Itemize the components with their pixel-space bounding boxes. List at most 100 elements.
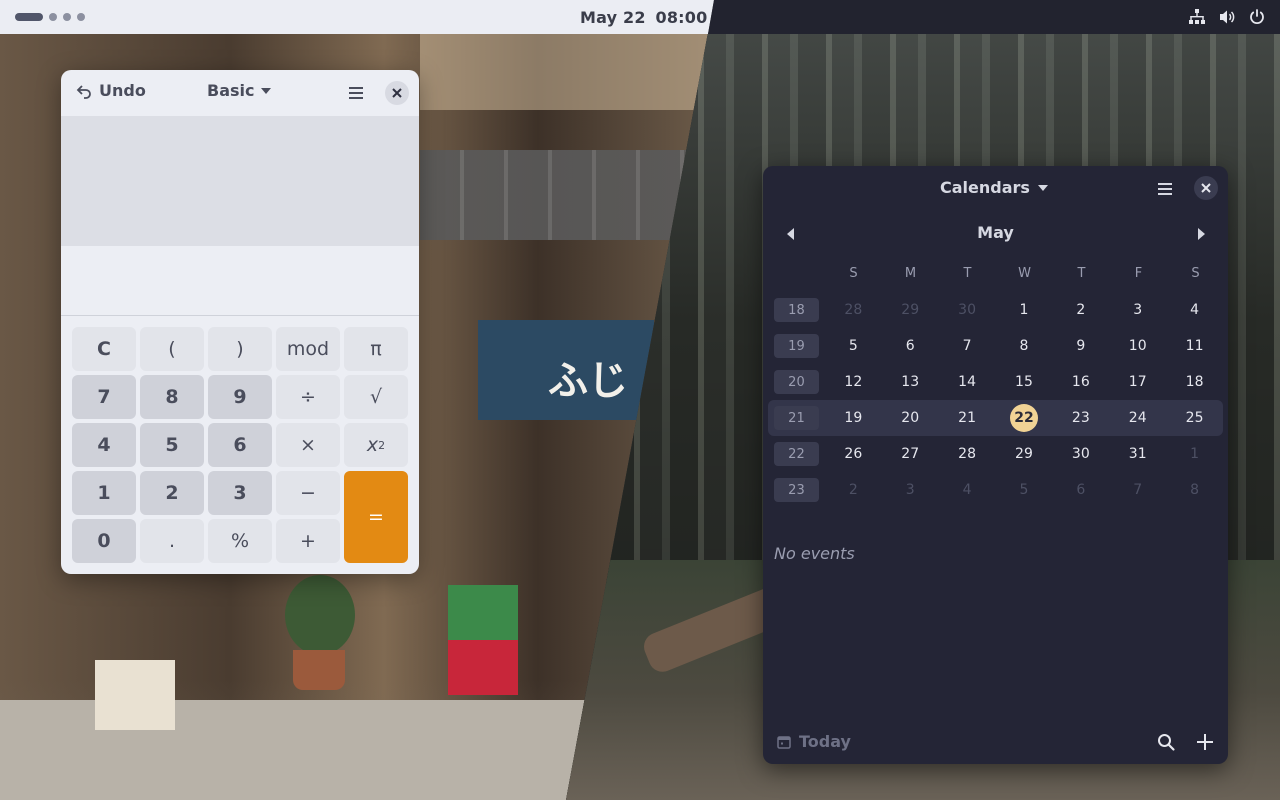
weekday-label: S xyxy=(849,266,858,281)
key-button[interactable]: 9 xyxy=(208,375,272,419)
key-button[interactable]: + xyxy=(276,519,340,563)
square-key-button[interactable]: x2 xyxy=(344,423,408,467)
clock[interactable]: May 22 08:00 xyxy=(580,8,707,27)
day-cell[interactable]: 28 xyxy=(825,302,882,318)
day-cell[interactable]: 24 xyxy=(1109,410,1166,426)
undo-button[interactable]: Undo xyxy=(75,81,146,100)
day-cell[interactable]: 12 xyxy=(825,374,882,390)
workspace-active[interactable] xyxy=(15,13,43,21)
day-cell[interactable]: 27 xyxy=(882,446,939,462)
day-cell[interactable]: 8 xyxy=(996,338,1053,354)
day-cell[interactable]: 4 xyxy=(939,482,996,498)
day-cell[interactable]: 7 xyxy=(939,338,996,354)
close-button[interactable] xyxy=(1194,176,1218,200)
day-cell[interactable]: 6 xyxy=(1052,482,1109,498)
key-button[interactable]: ( xyxy=(140,327,204,371)
day-cell[interactable]: 6 xyxy=(882,338,939,354)
day-cell[interactable]: 30 xyxy=(939,302,996,318)
power-icon[interactable] xyxy=(1248,8,1266,26)
search-icon[interactable] xyxy=(1156,732,1176,752)
calculator-headerbar: Undo Basic xyxy=(61,70,419,116)
key-button[interactable]: 6 xyxy=(208,423,272,467)
day-cell[interactable]: 9 xyxy=(1052,338,1109,354)
key-button[interactable]: . xyxy=(140,519,204,563)
wallpaper-pot xyxy=(293,650,345,690)
close-icon xyxy=(1201,183,1211,193)
calendars-dropdown[interactable]: Calendars xyxy=(940,178,1049,197)
day-cell[interactable]: 15 xyxy=(996,374,1053,390)
key-button[interactable]: 3 xyxy=(208,471,272,515)
day-cell[interactable]: 3 xyxy=(882,482,939,498)
add-event-icon[interactable] xyxy=(1195,732,1215,752)
workspace-dot[interactable] xyxy=(49,13,57,21)
day-cell[interactable]: 5 xyxy=(996,482,1053,498)
key-button[interactable]: 1 xyxy=(72,471,136,515)
wallpaper-awning xyxy=(420,150,690,240)
day-cell[interactable]: 10 xyxy=(1109,338,1166,354)
weekday-header: SMTWTFS xyxy=(825,266,1224,281)
day-cell[interactable]: 20 xyxy=(882,410,939,426)
workspace-indicator[interactable] xyxy=(15,13,85,21)
day-cell[interactable]: 21 xyxy=(939,410,996,426)
key-button[interactable]: × xyxy=(276,423,340,467)
day-cell[interactable]: 25 xyxy=(1166,410,1223,426)
day-cell[interactable]: 30 xyxy=(1052,446,1109,462)
week-number: 18 xyxy=(774,298,819,322)
key-button[interactable]: − xyxy=(276,471,340,515)
day-cell[interactable]: 11 xyxy=(1166,338,1223,354)
key-button[interactable]: 0 xyxy=(72,519,136,563)
network-icon[interactable] xyxy=(1188,8,1206,26)
day-cell[interactable]: 28 xyxy=(939,446,996,462)
day-cell[interactable]: 7 xyxy=(1109,482,1166,498)
key-button[interactable]: 8 xyxy=(140,375,204,419)
equals-button[interactable]: = xyxy=(344,471,408,563)
next-month-icon[interactable] xyxy=(1193,226,1209,242)
workspace-dot[interactable] xyxy=(77,13,85,21)
weekday-label: W xyxy=(1018,266,1031,281)
day-cell[interactable]: 2 xyxy=(1052,302,1109,318)
key-button[interactable]: π xyxy=(344,327,408,371)
day-cell[interactable]: 26 xyxy=(825,446,882,462)
hamburger-menu-icon[interactable] xyxy=(347,84,365,102)
day-cell[interactable]: 14 xyxy=(939,374,996,390)
day-cell[interactable]: 18 xyxy=(1166,374,1223,390)
system-tray[interactable] xyxy=(1188,8,1266,26)
day-cell[interactable]: 19 xyxy=(825,410,882,426)
key-button[interactable]: 4 xyxy=(72,423,136,467)
key-button[interactable]: % xyxy=(208,519,272,563)
day-cell[interactable]: 4 xyxy=(1166,302,1223,318)
day-cell[interactable]: 1 xyxy=(1166,446,1223,462)
key-button[interactable]: C xyxy=(72,327,136,371)
close-icon xyxy=(392,88,402,98)
day-cell[interactable]: 3 xyxy=(1109,302,1166,318)
key-button[interactable]: ) xyxy=(208,327,272,371)
day-cell[interactable]: 23 xyxy=(1052,410,1109,426)
week-number: 20 xyxy=(774,370,819,394)
close-button[interactable] xyxy=(385,81,409,105)
day-cell[interactable]: 29 xyxy=(882,302,939,318)
day-cell[interactable]: 16 xyxy=(1052,374,1109,390)
day-cell[interactable]: 31 xyxy=(1109,446,1166,462)
key-button[interactable]: 2 xyxy=(140,471,204,515)
today-button[interactable]: Today xyxy=(777,732,851,751)
workspace-dot[interactable] xyxy=(63,13,71,21)
day-cell-today[interactable]: 22 xyxy=(996,404,1053,432)
hamburger-menu-icon[interactable] xyxy=(1156,180,1174,198)
day-cell[interactable]: 1 xyxy=(996,302,1053,318)
key-button[interactable]: 7 xyxy=(72,375,136,419)
day-cell[interactable]: 8 xyxy=(1166,482,1223,498)
wallpaper-crates xyxy=(448,585,518,695)
volume-icon[interactable] xyxy=(1218,8,1236,26)
day-cell[interactable]: 13 xyxy=(882,374,939,390)
day-cell[interactable]: 5 xyxy=(825,338,882,354)
key-button[interactable]: ÷ xyxy=(276,375,340,419)
day-cell[interactable]: 2 xyxy=(825,482,882,498)
key-button[interactable]: √ xyxy=(344,375,408,419)
key-button[interactable]: mod xyxy=(276,327,340,371)
mode-dropdown[interactable]: Basic xyxy=(207,81,272,100)
calculator-input-display[interactable] xyxy=(61,246,419,316)
key-button[interactable]: 5 xyxy=(140,423,204,467)
day-cell[interactable]: 29 xyxy=(996,446,1053,462)
calendar-footer: Today xyxy=(763,726,1228,764)
day-cell[interactable]: 17 xyxy=(1109,374,1166,390)
